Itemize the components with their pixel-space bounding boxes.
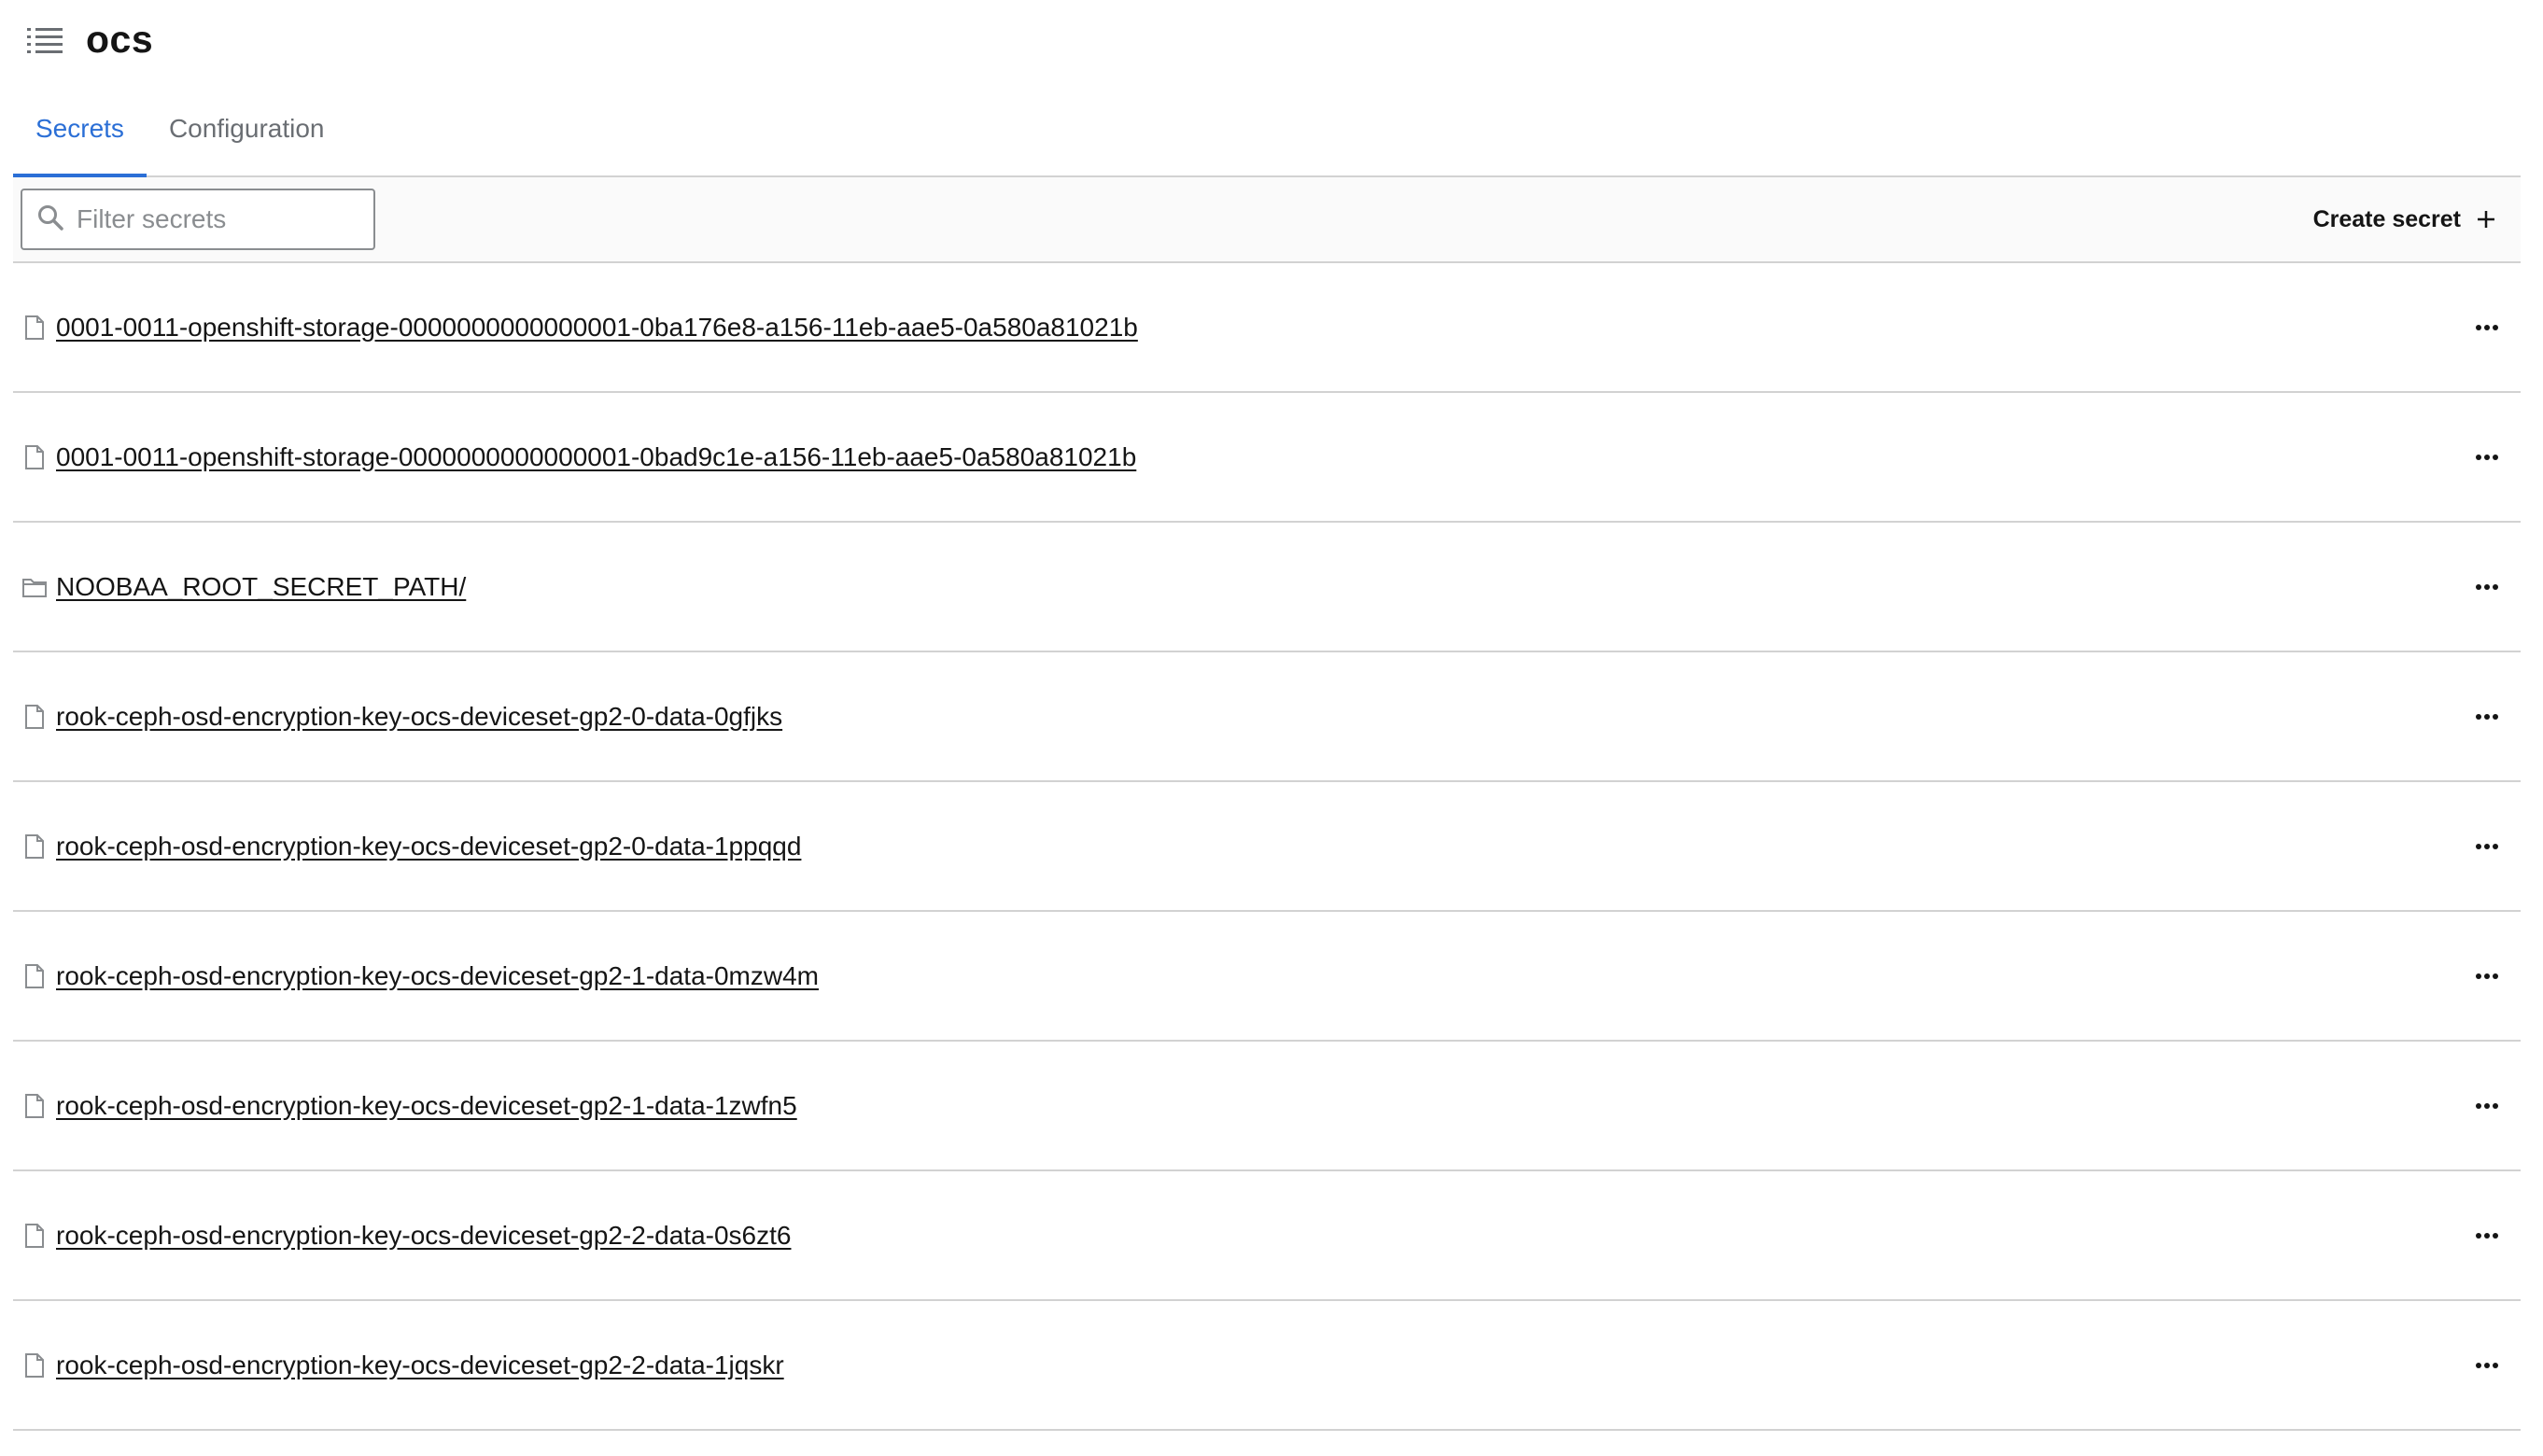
secret-left: rook-ceph-osd-encryption-key-ocs-devices… <box>22 961 819 991</box>
secret-link[interactable]: 0001-0011-openshift-storage-000000000000… <box>56 442 1136 472</box>
search-box <box>21 189 375 250</box>
secret-left: 0001-0011-openshift-storage-000000000000… <box>22 442 1136 472</box>
page-header: ocs <box>13 0 2521 82</box>
file-icon <box>22 833 47 860</box>
kebab-menu-icon[interactable] <box>2465 439 2509 476</box>
tab-configuration[interactable]: Configuration <box>147 82 347 175</box>
toolbar: Create secret <box>13 177 2521 263</box>
kebab-menu-icon[interactable] <box>2465 309 2509 346</box>
list-item: rook-ceph-osd-encryption-key-ocs-devices… <box>13 1301 2521 1431</box>
file-icon <box>22 963 47 989</box>
secret-link[interactable]: rook-ceph-osd-encryption-key-ocs-devices… <box>56 832 801 861</box>
file-icon <box>22 1223 47 1249</box>
secret-link[interactable]: rook-ceph-osd-encryption-key-ocs-devices… <box>56 961 819 991</box>
secret-link[interactable]: 0001-0011-openshift-storage-000000000000… <box>56 313 1138 343</box>
secrets-page: ocs Secrets Configuration Create secret <box>0 0 2543 1456</box>
tab-secrets[interactable]: Secrets <box>13 82 147 177</box>
plus-icon <box>2476 209 2496 230</box>
secret-left: rook-ceph-osd-encryption-key-ocs-devices… <box>22 1221 791 1251</box>
file-icon <box>22 444 47 470</box>
file-icon <box>22 1093 47 1119</box>
list-item: rook-ceph-osd-encryption-key-ocs-devices… <box>13 1171 2521 1301</box>
kebab-menu-icon[interactable] <box>2465 958 2509 995</box>
secret-link[interactable]: rook-ceph-osd-encryption-key-ocs-devices… <box>56 702 782 732</box>
kebab-menu-icon[interactable] <box>2465 1087 2509 1125</box>
secret-left: NOOBAA_ROOT_SECRET_PATH/ <box>22 572 466 602</box>
kebab-menu-icon[interactable] <box>2465 828 2509 865</box>
secret-link[interactable]: rook-ceph-osd-encryption-key-ocs-devices… <box>56 1221 791 1251</box>
folder-icon <box>22 574 47 600</box>
list-icon <box>26 22 63 60</box>
page-title: ocs <box>86 17 154 61</box>
kebab-menu-icon[interactable] <box>2465 568 2509 606</box>
kebab-menu-icon[interactable] <box>2465 698 2509 735</box>
create-secret-button[interactable]: Create secret <box>2298 206 2511 233</box>
list-item: NOOBAA_ROOT_SECRET_PATH/ <box>13 523 2521 652</box>
file-icon <box>22 1352 47 1379</box>
file-icon <box>22 315 47 341</box>
list-item: 0001-0011-openshift-storage-000000000000… <box>13 393 2521 523</box>
kebab-menu-icon[interactable] <box>2465 1347 2509 1384</box>
secret-left: 0001-0011-openshift-storage-000000000000… <box>22 313 1138 343</box>
list-item: rook-ceph-osd-encryption-key-ocs-devices… <box>13 782 2521 912</box>
secret-link[interactable]: rook-ceph-osd-encryption-key-ocs-devices… <box>56 1351 784 1380</box>
secret-link[interactable]: rook-ceph-osd-encryption-key-ocs-devices… <box>56 1091 797 1121</box>
list-item: rook-ceph-osd-encryption-key-ocs-devices… <box>13 652 2521 782</box>
list-item: 0001-0011-openshift-storage-000000000000… <box>13 263 2521 393</box>
create-secret-label: Create secret <box>2312 205 2461 232</box>
secret-left: rook-ceph-osd-encryption-key-ocs-devices… <box>22 702 782 732</box>
search-input[interactable] <box>75 203 358 235</box>
secret-left: rook-ceph-osd-encryption-key-ocs-devices… <box>22 832 801 861</box>
file-icon <box>22 704 47 730</box>
kebab-menu-icon[interactable] <box>2465 1217 2509 1254</box>
secret-link[interactable]: NOOBAA_ROOT_SECRET_PATH/ <box>56 572 466 602</box>
list-item: rook-ceph-osd-encryption-key-ocs-devices… <box>13 1042 2521 1171</box>
secret-left: rook-ceph-osd-encryption-key-ocs-devices… <box>22 1351 784 1380</box>
secret-left: rook-ceph-osd-encryption-key-ocs-devices… <box>22 1091 797 1121</box>
secret-list: 0001-0011-openshift-storage-000000000000… <box>13 263 2521 1431</box>
search-icon <box>37 204 63 235</box>
tab-bar: Secrets Configuration <box>13 82 2521 177</box>
list-item: rook-ceph-osd-encryption-key-ocs-devices… <box>13 912 2521 1042</box>
